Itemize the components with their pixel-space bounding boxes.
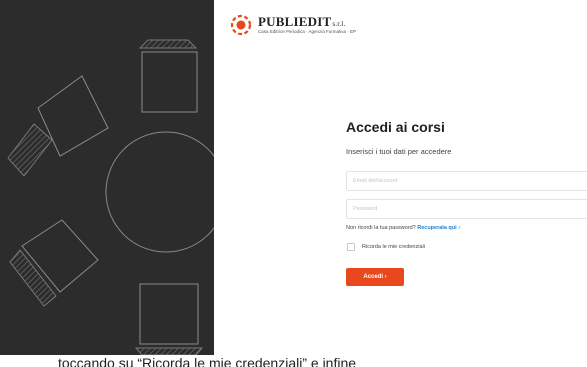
login-button[interactable]: Accedi › [346,268,404,286]
target-logo-icon [230,14,252,36]
page-title: Accedi ai corsi [346,119,445,135]
logo-name: PUBLIEDITs.r.l. [258,15,356,28]
publiedit-logo[interactable]: PUBLIEDITs.r.l. Casa Editrice Periodica … [228,8,356,42]
table-chairs-illustration [7,39,214,355]
email-field[interactable] [346,171,587,191]
decorative-side-panel [0,0,214,355]
checkbox-icon[interactable] [347,243,355,251]
logo-name-text: PUBLIEDIT [258,14,332,30]
password-field[interactable] [346,199,587,219]
remember-me-label[interactable]: Ricorda le mie credenziali [362,244,425,250]
forgot-password-text: Non ricordi la tua password? [346,225,416,231]
recover-password-link[interactable]: Recuperala qui › [417,225,460,231]
remember-me-row[interactable]: Ricorda le mie credenziali [346,242,587,252]
logo-tagline: Casa Editrice Periodica · Agenzia Format… [258,29,357,35]
caption-text: toccando su “Ricorda le mie credenziali”… [58,355,357,367]
login-form: Accedi ai corsi Inserisci i tuoi dati pe… [346,117,587,286]
forgot-password-row: Non ricordi la tua password? Recuperala … [346,224,587,232]
page-subtitle: Inserisci i tuoi dati per accedere [346,147,452,156]
logo-suffix: s.r.l. [332,20,346,29]
